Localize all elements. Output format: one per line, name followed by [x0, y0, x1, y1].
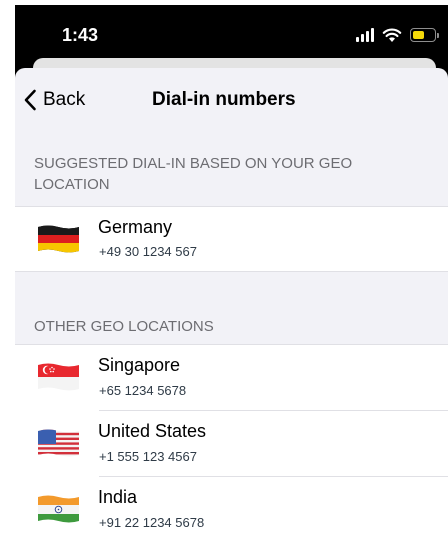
- status-icons: [356, 27, 439, 43]
- dial-in-number: +91 22 1234 5678: [99, 515, 205, 530]
- wifi-icon: [382, 28, 402, 42]
- signal-icon: [356, 28, 374, 42]
- germany-flag-icon: [38, 225, 79, 253]
- back-label: Back: [43, 89, 86, 110]
- chevron-left-icon: [24, 89, 36, 111]
- us-flag-icon: [38, 429, 79, 457]
- battery-icon: [410, 28, 439, 42]
- list-item-singapore[interactable]: Singapore +65 1234 5678: [15, 345, 448, 411]
- back-button[interactable]: Back: [23, 89, 85, 111]
- suggested-list: Germany +49 30 1234 567: [15, 206, 448, 272]
- dial-in-sheet: Back Dial-in numbers SUGGESTED DIAL-IN B…: [15, 68, 448, 535]
- dial-in-number: +65 1234 5678: [99, 383, 187, 398]
- phone-screen: 1:43 Back Dial-in numbers SUGGESTED DIAL…: [15, 5, 448, 535]
- suggested-section-header: SUGGESTED DIAL-IN BASED ON YOUR GEO LOCA…: [34, 155, 353, 193]
- battery-level: [413, 31, 424, 39]
- country-name: India: [98, 487, 138, 507]
- list-item-united-states[interactable]: United States +1 555 123 4567: [15, 411, 448, 477]
- list-item-india[interactable]: India +91 22 1234 5678: [15, 477, 448, 535]
- country-name: United States: [98, 421, 207, 441]
- country-name: Germany: [98, 217, 173, 237]
- list-item-germany[interactable]: Germany +49 30 1234 567: [15, 207, 448, 271]
- other-section-header: OTHER GEO LOCATIONS: [34, 318, 214, 335]
- navigation-bar: Back Dial-in numbers: [15, 68, 448, 134]
- status-time: 1:43: [62, 25, 99, 45]
- dial-in-number: +49 30 1234 567: [99, 244, 197, 259]
- country-name: Singapore: [98, 355, 181, 375]
- page-title: Dial-in numbers: [152, 89, 296, 110]
- dial-in-number: +1 555 123 4567: [99, 449, 197, 464]
- other-list: Singapore +65 1234 5678 United States +1…: [15, 344, 448, 535]
- india-flag-icon: [38, 495, 79, 523]
- singapore-flag-icon: [38, 363, 79, 391]
